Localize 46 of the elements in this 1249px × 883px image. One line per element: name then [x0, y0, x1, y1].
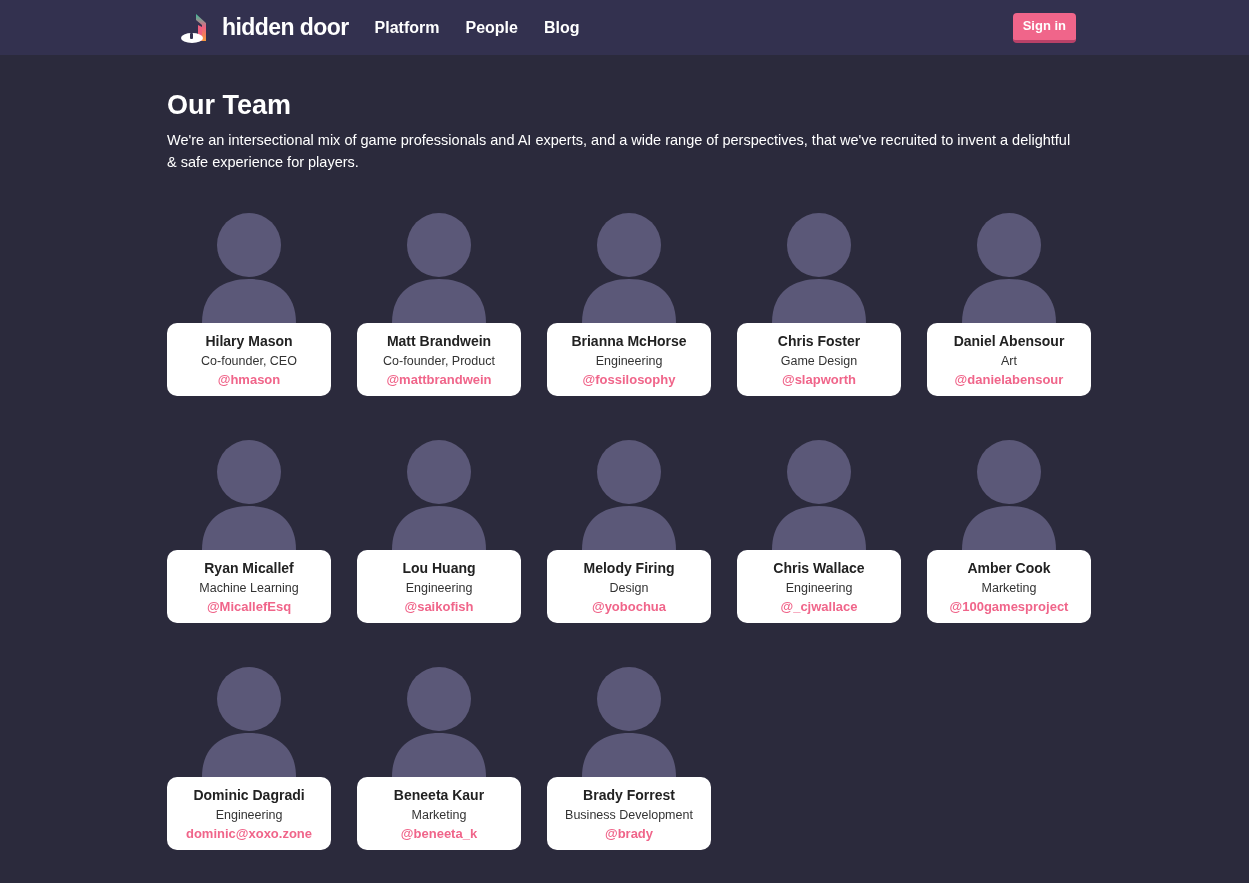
member-name: Chris Wallace	[773, 558, 865, 578]
nav-link[interactable]: Platform	[374, 15, 440, 40]
member-role: Marketing	[981, 579, 1037, 597]
member-role: Engineering	[215, 806, 283, 824]
member-handle-link[interactable]: @brady	[604, 824, 654, 843]
member-handle-link[interactable]: @danielabensour	[954, 370, 1064, 389]
member-handle-link[interactable]: @beneeta_k	[400, 824, 478, 843]
member-role: Art	[1001, 352, 1017, 370]
member-role: Co-founder, CEO	[201, 352, 297, 370]
member-name: Dominic Dagradi	[193, 785, 305, 805]
member-name: Melody Firing	[583, 558, 675, 578]
member-role: Marketing	[411, 806, 467, 824]
member-role: Co-founder, Product	[383, 352, 495, 370]
member-name: Hilary Mason	[205, 331, 293, 351]
page-title: Our Team	[167, 89, 293, 121]
intro-paragraph: We're an intersectional mix of game professionals and AI experts, and a wide range of perspectives, that we've recruited to invent a delightful & safe experience for players.	[167, 131, 1072, 172]
member-name: Brady Forrest	[583, 785, 675, 805]
member-role: Machine Learning	[199, 579, 299, 597]
member-name: Lou Huang	[402, 558, 476, 578]
member-handle-link[interactable]: dominic@xoxo.zone	[185, 824, 313, 843]
member-role: Engineering	[595, 352, 663, 370]
member-handle-link[interactable]: @fossilosophy	[582, 370, 676, 389]
member-handle-link[interactable]: @_cjwallace	[780, 597, 858, 616]
member-name: Chris Foster	[777, 331, 861, 351]
logo-text[interactable]: hidden door	[222, 10, 349, 45]
member-handle-link[interactable]: @MicallefEsq	[206, 597, 292, 616]
member-role: Design	[609, 579, 649, 597]
member-role: Engineering	[405, 579, 473, 597]
member-name: Brianna McHorse	[571, 331, 687, 351]
member-handle-link[interactable]: @100gamesproject	[949, 597, 1069, 616]
member-name: Matt Brandwein	[386, 331, 492, 351]
member-handle-link[interactable]: @slapworth	[781, 370, 857, 389]
member-role: Game Design	[780, 352, 858, 370]
member-name: Ryan Micallef	[204, 558, 294, 578]
nav-link[interactable]: Blog	[543, 15, 580, 40]
member-handle-link[interactable]: @saikofish	[404, 597, 474, 616]
member-name: Amber Cook	[967, 558, 1051, 578]
member-name: Daniel Abensour	[953, 331, 1065, 351]
nav-link[interactable]: People	[465, 15, 518, 40]
member-handle-link[interactable]: @mattbrandwein	[386, 370, 492, 389]
member-name: Beneeta Kaur	[393, 785, 485, 805]
sign-in-button[interactable]: Sign in	[1012, 12, 1076, 43]
member-role: Business Development	[565, 806, 693, 824]
member-handle-link[interactable]: @hmason	[217, 370, 281, 389]
member-handle-link[interactable]: @yobochua	[591, 597, 667, 616]
member-role: Engineering	[785, 579, 853, 597]
